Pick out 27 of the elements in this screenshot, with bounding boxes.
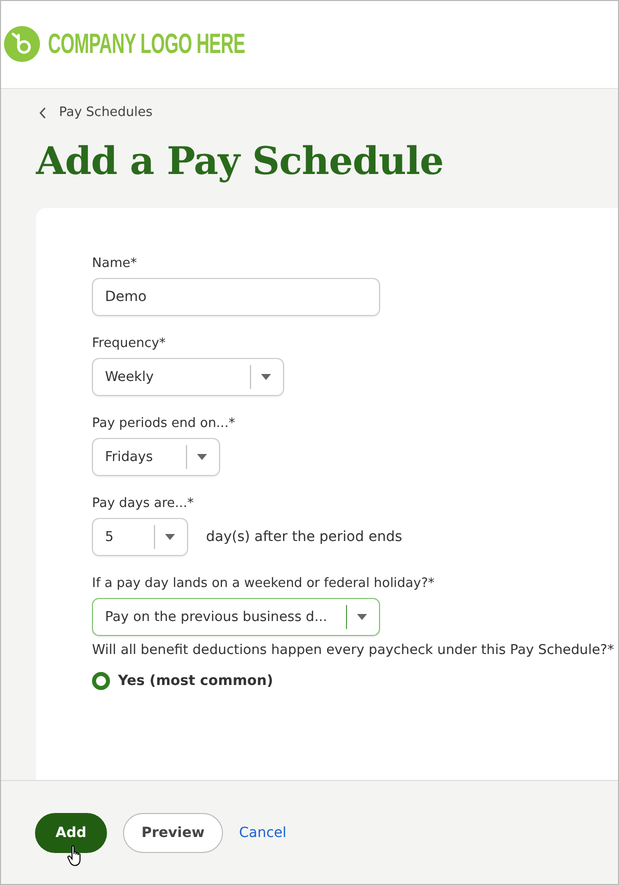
hand-cursor-icon <box>67 845 83 867</box>
caret-icon <box>165 534 175 540</box>
text-input[interactable]: Demo <box>92 278 380 316</box>
dropdown-select[interactable]: Weekly <box>92 358 284 396</box>
field-suffix-text: day(s) after the period ends <box>206 528 402 544</box>
field-label: Name* <box>92 256 138 270</box>
caret-icon <box>197 454 207 460</box>
caret-icon <box>261 374 271 380</box>
dropdown-select[interactable]: Fridays <box>92 438 220 476</box>
field-label: If a pay day lands on a weekend or federal holiday?* <box>92 576 436 590</box>
field-label: Frequency* <box>92 336 167 350</box>
cancel-link[interactable]: Cancel <box>239 824 286 840</box>
dropdown-select[interactable]: Pay on the previous business d... <box>92 598 380 636</box>
question-text: Will all benefit deductions happen every paycheck under this Pay Schedule?* <box>92 642 616 658</box>
caret-icon <box>357 614 367 620</box>
logo-icon <box>4 26 40 62</box>
company-logo-text: COMPANY LOGO HERE <box>48 28 245 60</box>
field-label: Pay days are...* <box>92 496 195 510</box>
back-chevron-icon <box>39 106 47 118</box>
add-button[interactable]: Add <box>35 812 107 852</box>
radio-button[interactable] <box>92 672 110 690</box>
dropdown-select[interactable]: 5 <box>92 518 188 556</box>
page-title: Add a Pay Schedule <box>36 136 444 184</box>
field-label: Pay periods end on...* <box>92 416 236 430</box>
radio-option[interactable]: Yes (most common) <box>92 672 618 690</box>
preview-button[interactable]: Preview <box>123 812 223 852</box>
breadcrumb-link[interactable]: Pay Schedules <box>39 105 153 120</box>
